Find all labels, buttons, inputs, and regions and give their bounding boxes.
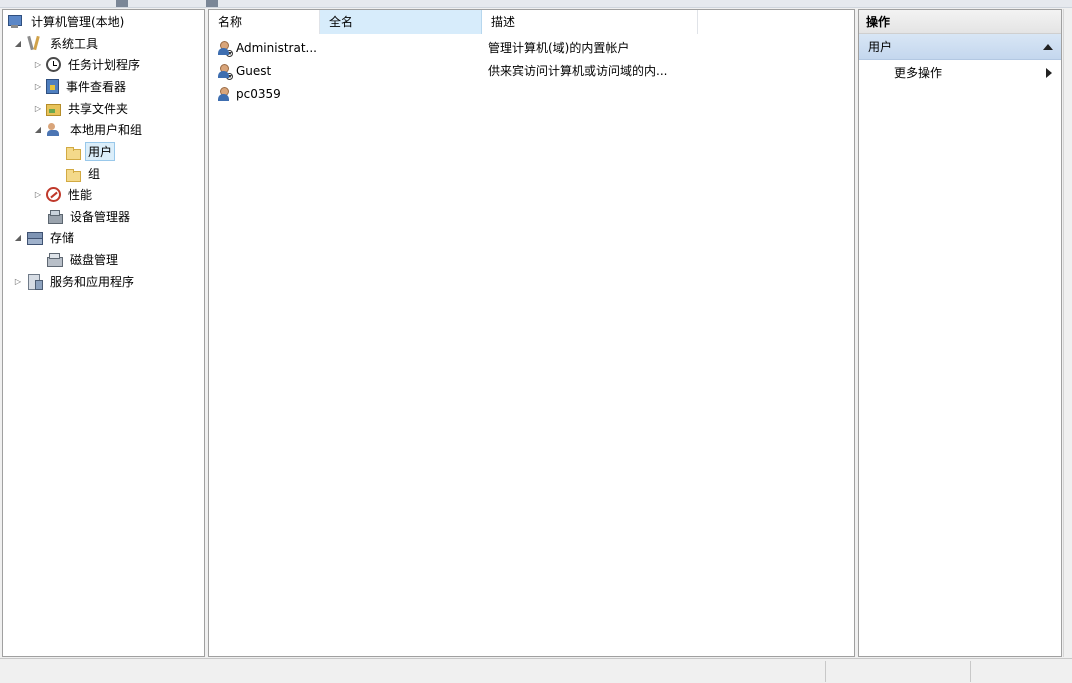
tools-icon [26,35,43,52]
tree-item-system-tools[interactable]: ◢ 系统工具 [13,33,101,53]
folder-icon [66,168,81,182]
actions-pane: 操作 用户 更多操作 [858,9,1062,657]
toolbar-button[interactable] [116,0,128,7]
status-segment [970,661,1070,682]
column-header-name[interactable]: 名称 [209,10,320,34]
expand-arrow-icon[interactable]: ▷ [33,189,43,199]
user-icon [216,86,232,102]
user-name: pc0359 [236,87,281,101]
folder-icon [66,146,81,160]
tree-item-disk-management[interactable]: 磁盘管理 [46,249,121,269]
tree-item-task-scheduler[interactable]: ▷ 任务计划程序 [33,54,143,74]
status-bar [0,658,1072,683]
user-disabled-icon [216,63,233,80]
user-fullname [326,60,486,82]
tree-item-label: 系统工具 [50,36,99,51]
event-viewer-icon [46,78,59,94]
storage-icon [26,229,43,246]
collapse-arrow-icon[interactable]: ◢ [33,124,43,134]
shared-folder-icon [46,104,61,116]
tree-item-label: 组 [88,166,101,181]
actions-section-label: 用户 [868,40,893,54]
tree-item-label: 计算机管理(本地) [31,14,125,29]
actions-title: 操作 [859,10,1061,34]
column-header-fullname[interactable]: 全名 [320,10,482,34]
users-icon [46,121,63,138]
user-name: Administrat... [236,41,317,55]
tree-item-shared-folders[interactable]: ▷ 共享文件夹 [33,98,131,118]
collapse-arrow-icon[interactable]: ◢ [13,232,23,242]
expand-arrow-icon[interactable]: ▷ [33,59,43,69]
list-row[interactable]: Guest 供来宾访问计算机或访问域的内... [209,60,854,82]
status-segment [825,661,970,682]
collapse-arrow-icon[interactable] [1043,44,1053,50]
user-description: 管理计算机(域)的内置帐户 [488,41,630,55]
performance-icon [46,186,61,202]
list-row[interactable]: Administrat... 管理计算机(域)的内置帐户 [209,37,854,59]
user-fullname [326,83,486,105]
user-description [488,83,698,105]
navigation-tree: 计算机管理(本地) ◢ 系统工具 ▷ 任务计划程序 ▷ 事件查看器 ▷ 共享文件… [2,9,205,657]
computer-management-icon [7,13,24,30]
user-description: 供来宾访问计算机或访问域的内... [488,64,668,78]
collapse-arrow-icon[interactable]: ◢ [13,38,23,48]
tree-item-performance[interactable]: ▷ 性能 [33,184,95,204]
tree-item-label: 本地用户和组 [70,122,143,137]
submenu-arrow-icon [1046,68,1052,78]
tree-item-device-manager[interactable]: 设备管理器 [46,206,133,226]
tree-item-label: 共享文件夹 [68,101,129,116]
services-icon [26,273,43,290]
vertical-scrollbar[interactable] [1063,9,1072,657]
column-header-empty [698,10,854,34]
user-name: Guest [236,64,272,78]
tree-item-users[interactable]: 用户 [66,141,116,161]
actions-section-users[interactable]: 用户 [859,34,1061,60]
tree-item-label: 存储 [50,230,75,245]
expand-arrow-icon[interactable]: ▷ [33,81,43,91]
tree-item-services-apps[interactable]: ▷ 服务和应用程序 [13,271,137,291]
user-fullname [326,37,486,59]
tree-item-label: 服务和应用程序 [50,274,135,289]
tree-item-local-users-groups[interactable]: ◢ 本地用户和组 [33,119,145,139]
device-manager-icon [46,208,63,225]
tree-item-label: 设备管理器 [70,209,131,224]
list-row[interactable]: pc0359 [209,83,854,105]
tree-item-event-viewer[interactable]: ▷ 事件查看器 [33,76,129,96]
expand-arrow-icon[interactable]: ▷ [33,103,43,113]
user-disabled-icon [216,40,233,57]
disk-management-icon [46,251,63,268]
tree-item-label-selected: 用户 [85,141,116,161]
clock-icon [46,56,61,72]
tree-item-label: 性能 [68,187,93,202]
tree-item-root[interactable]: 计算机管理(本地) [7,11,127,31]
tree-item-storage[interactable]: ◢ 存储 [13,227,77,247]
list-header: 名称 全名 描述 [209,10,854,34]
toolbar-strip [0,0,1072,8]
column-header-description[interactable]: 描述 [482,10,698,34]
tree-item-groups[interactable]: 组 [66,163,103,183]
toolbar-button[interactable] [206,0,218,7]
more-actions-item[interactable]: 更多操作 [859,60,1061,86]
tree-item-label: 事件查看器 [66,79,127,94]
tree-item-label: 磁盘管理 [70,252,119,267]
tree-item-label: 任务计划程序 [68,57,141,72]
user-list-view: 名称 全名 描述 Administrat... 管理计算机(域)的内置帐户 Gu… [208,9,855,657]
expand-arrow-icon[interactable]: ▷ [13,276,23,286]
more-actions-label: 更多操作 [894,66,943,80]
